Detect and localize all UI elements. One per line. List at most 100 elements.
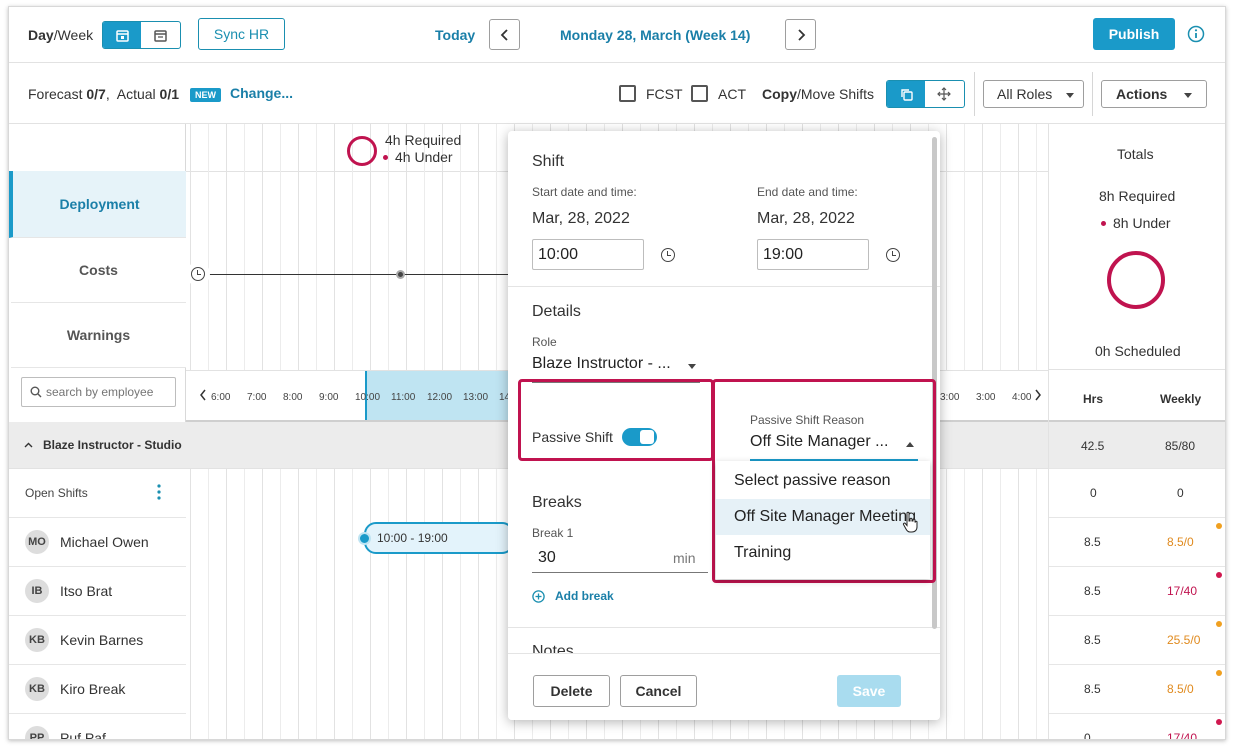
add-break-button[interactable]: Add break — [532, 589, 614, 603]
end-date-value[interactable]: Mar, 28, 2022 — [757, 210, 855, 228]
employee-search-box[interactable] — [21, 377, 176, 407]
save-button[interactable]: Save — [837, 675, 901, 707]
employee-name[interactable]: Kiro Break — [60, 681, 125, 697]
forecast-point — [396, 270, 405, 279]
next-day-button[interactable] — [785, 19, 816, 50]
move-icon — [937, 87, 951, 101]
cancel-button[interactable]: Cancel — [620, 675, 697, 707]
totals-under: 8h Under — [1113, 215, 1171, 231]
chevron-down-icon — [1184, 93, 1192, 98]
roles-dropdown[interactable]: All Roles — [983, 80, 1084, 108]
current-date-label[interactable]: Monday 28, March (Week 14) — [560, 27, 750, 43]
employee-row[interactable]: IB Itso Brat — [9, 567, 186, 616]
actions-dropdown[interactable]: Actions — [1101, 80, 1207, 108]
hour-label: 4:00 — [1012, 392, 1032, 403]
tab-costs[interactable]: Costs — [11, 238, 186, 303]
day-view-button[interactable] — [103, 22, 141, 48]
shift-bar[interactable]: 10:00 - 19:00 — [364, 522, 514, 554]
totals-open-row: 00 — [1049, 469, 1225, 518]
details-section-title: Details — [532, 303, 581, 320]
new-badge: NEW — [190, 88, 221, 102]
start-date-value[interactable]: Mar, 28, 2022 — [532, 210, 630, 228]
status-dot — [1216, 670, 1222, 676]
fcst-checkbox[interactable] — [619, 85, 636, 102]
secondary-toolbar: Forecast 0/7, Actual 0/1 NEW Change... F… — [9, 64, 1225, 124]
copy-mode-button[interactable] — [887, 81, 925, 107]
employee-hrs: 8.5 — [1084, 584, 1101, 598]
divider-2 — [508, 627, 940, 628]
today-button[interactable]: Today — [435, 27, 475, 43]
employee-row[interactable]: PP Puf Paf — [9, 714, 186, 739]
publish-button[interactable]: Publish — [1093, 18, 1175, 50]
reason-option-meeting[interactable]: Off Site Manager Meeting — [716, 499, 930, 535]
status-dot — [1216, 523, 1222, 529]
act-label: ACT — [718, 86, 746, 102]
start-time-input[interactable]: 10:00 — [532, 239, 644, 270]
group-row[interactable]: Blaze Instructor - Studio — [9, 422, 186, 469]
copy-icon — [900, 88, 913, 101]
act-checkbox[interactable] — [691, 85, 708, 102]
employee-name[interactable]: Kevin Barnes — [60, 632, 143, 648]
open-shifts-row: Open Shifts — [9, 469, 186, 518]
totals-required: 8h Required — [1099, 188, 1176, 204]
employee-name[interactable]: Michael Owen — [60, 534, 149, 550]
plus-circle-icon — [532, 589, 545, 603]
tab-deployment[interactable]: Deployment — [9, 171, 186, 238]
employee-name[interactable]: Puf Paf — [60, 730, 106, 739]
shift-start-handle[interactable] — [358, 532, 371, 545]
reason-option-select[interactable]: Select passive reason — [716, 463, 930, 499]
employee-row[interactable]: MO Michael Owen — [9, 518, 186, 567]
employee-row[interactable]: KB Kevin Barnes — [9, 616, 186, 665]
info-icon[interactable] — [1187, 25, 1205, 43]
timeline-next-icon[interactable] — [1034, 389, 1042, 401]
shift-section-title: Shift — [532, 153, 565, 170]
week-view-button[interactable] — [141, 22, 179, 48]
totals-panel: Totals 8h Required 8h Under 0h Scheduled… — [1048, 124, 1225, 740]
employee-row[interactable]: KB Kiro Break — [9, 665, 186, 714]
copy-move-toggle[interactable] — [886, 80, 965, 108]
prev-day-button[interactable] — [489, 19, 520, 50]
divider — [508, 286, 940, 287]
requirement-ring — [347, 136, 377, 166]
calendar-week-icon — [153, 29, 167, 42]
top-toolbar: Day/Week Sync HR Today Monday 28, March … — [9, 7, 1225, 63]
status-dot — [1216, 572, 1222, 578]
move-mode-button[interactable] — [925, 81, 963, 107]
more-vertical-icon[interactable] — [157, 484, 161, 500]
totals-under-dot — [1101, 221, 1106, 226]
view-mode-label: Day/Week — [28, 27, 94, 43]
required-hours: 4h Required — [385, 132, 462, 148]
end-date-label: End date and time: — [757, 185, 858, 199]
end-time-input[interactable]: 19:00 — [757, 239, 869, 270]
avatar: KB — [25, 677, 49, 701]
avatar: KB — [25, 628, 49, 652]
change-link[interactable]: Change... — [230, 85, 293, 101]
tab-warnings[interactable]: Warnings — [11, 303, 186, 368]
avatar: IB — [25, 579, 49, 603]
notes-section-title: Notes — [532, 643, 574, 653]
employee-hrs: 8.5 — [1084, 682, 1101, 696]
search-input[interactable] — [46, 382, 171, 402]
toolbar-divider-2 — [1092, 72, 1093, 116]
sync-hr-button[interactable]: Sync HR — [198, 18, 285, 50]
chevron-down-icon — [1066, 93, 1074, 98]
employee-name[interactable]: Itso Brat — [60, 583, 112, 599]
view-day-label[interactable]: Day — [28, 27, 54, 43]
start-clock-icon[interactable] — [661, 248, 675, 262]
chevron-up-icon[interactable] — [24, 442, 33, 448]
employee-totals-row: 8.5 8.5/0 — [1049, 665, 1225, 714]
end-clock-icon[interactable] — [886, 248, 900, 262]
view-week-label[interactable]: Week — [58, 27, 94, 43]
view-mode-toggle[interactable] — [102, 21, 181, 49]
toolbar-divider — [974, 72, 975, 116]
passive-reason-dropdown: Select passive reason Off Site Manager M… — [716, 461, 930, 579]
employee-totals-row: 8.5 8.5/0 — [1049, 518, 1225, 567]
status-dot — [1216, 621, 1222, 627]
employee-hrs: 0 — [1084, 731, 1091, 740]
break1-input[interactable]: 30 min — [532, 544, 708, 573]
employee-weekly: 25.5/0 — [1167, 633, 1201, 647]
modal-footer: Delete Cancel Save — [508, 653, 940, 720]
delete-button[interactable]: Delete — [533, 675, 610, 707]
timeline-prev-icon[interactable] — [199, 389, 207, 401]
reason-option-training[interactable]: Training — [716, 535, 930, 571]
